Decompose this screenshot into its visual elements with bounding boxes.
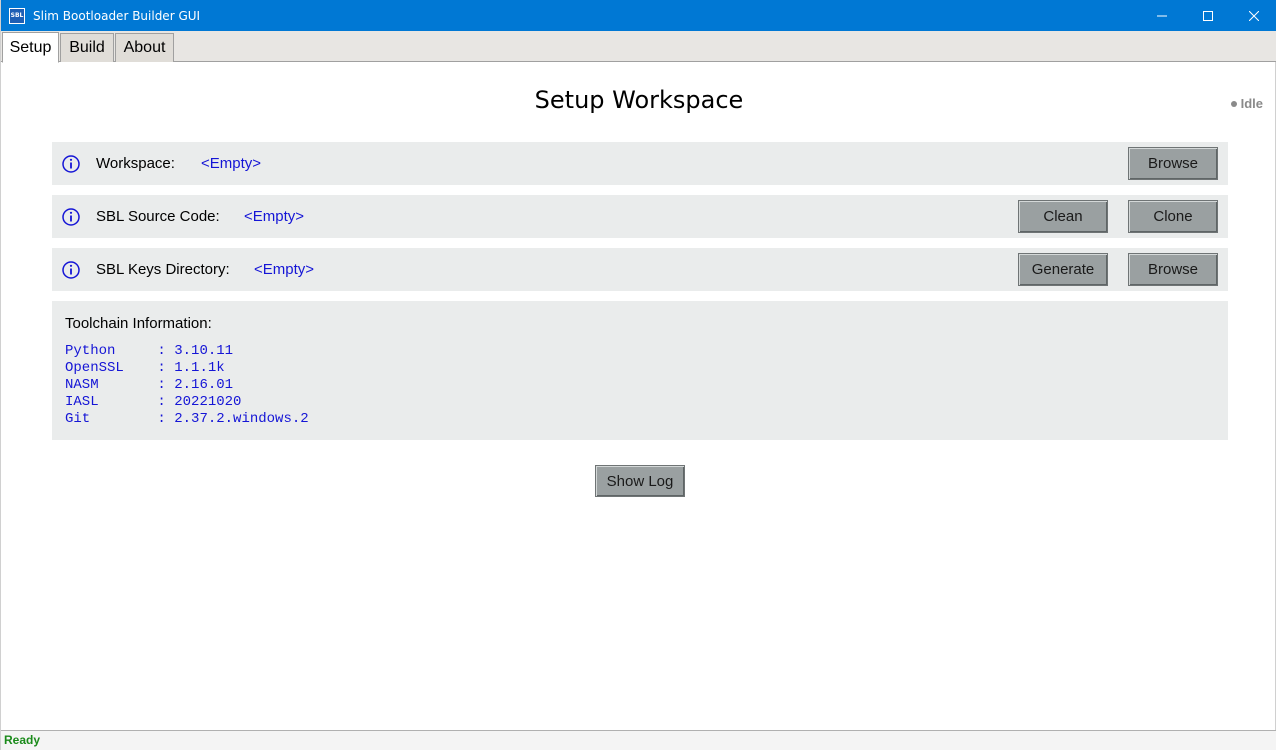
generate-button[interactable]: Generate [1018,253,1108,286]
toolchain-item-value: 2.16.01 [174,377,234,393]
workspace-label: Workspace: [96,155,175,172]
workspace-row: Workspace: <Empty> Browse [52,142,1228,185]
maximize-icon [1203,10,1213,21]
toolchain-title: Toolchain Information: [65,315,212,332]
toolchain-item-separator: : [157,377,175,393]
window-controls [1139,0,1276,31]
tab-bar: Setup Build About [1,31,1276,63]
tab-build[interactable]: Build [60,33,114,62]
toolchain-list: Python : 3.10.11 OpenSSL : 1.1.1k NASM : 2… [65,343,309,428]
status-bar-text: Ready [4,733,41,747]
status-indicator: Idle [1230,96,1263,111]
toolchain-item-separator: : [157,411,175,427]
tab-about[interactable]: About [115,33,174,62]
source-code-label: SBL Source Code: [96,208,220,225]
toolchain-item: Git : 2.37.2.windows.2 [65,411,309,428]
keys-directory-row: SBL Keys Directory: <Empty> Generate Bro… [52,248,1228,291]
app-icon: SBL [9,7,25,24]
toolchain-panel: Toolchain Information: Python : 3.10.11 O… [52,301,1228,440]
show-log-button[interactable]: Show Log [595,465,685,497]
keys-directory-label: SBL Keys Directory: [96,261,230,278]
title-bar[interactable]: SBL Slim Bootloader Builder GUI [1,0,1276,31]
clone-button[interactable]: Clone [1128,200,1218,233]
toolchain-item: OpenSSL : 1.1.1k [65,360,309,377]
info-icon[interactable] [61,207,81,227]
clean-button[interactable]: Clean [1018,200,1108,233]
toolchain-item-name: IASL [65,394,158,410]
minimize-icon [1157,15,1167,16]
toolchain-item-name: Python [65,343,158,359]
toolchain-item-value: 3.10.11 [174,343,234,359]
source-code-row: SBL Source Code: <Empty> Clean Clone [52,195,1228,238]
toolchain-item-value: 20221020 [174,394,242,410]
workspace-browse-button[interactable]: Browse [1128,147,1218,180]
keys-browse-button[interactable]: Browse [1128,253,1218,286]
status-dot-icon [1230,100,1237,107]
minimize-button[interactable] [1139,0,1185,31]
toolchain-item-name: NASM [65,377,158,393]
toolchain-item-value: 1.1.1k [174,360,225,376]
toolchain-item: Python : 3.10.11 [65,343,309,360]
toolchain-item-name: Git [65,411,158,427]
status-text: Idle [1240,96,1263,111]
status-bar: Ready [1,730,1276,750]
toolchain-item-name: OpenSSL [65,360,158,376]
close-icon [1249,10,1259,21]
toolchain-item: NASM : 2.16.01 [65,377,309,394]
close-button[interactable] [1231,0,1276,31]
page-title: Setup Workspace [534,86,744,114]
app-window: SBL Slim Bootloader Builder GUI Setup Bu… [0,0,1276,750]
maximize-button[interactable] [1185,0,1231,31]
toolchain-item-separator: : [157,394,175,410]
keys-directory-value: <Empty> [254,261,315,278]
source-code-value: <Empty> [244,208,305,225]
toolchain-item-value: 2.37.2.windows.2 [174,411,309,427]
info-icon[interactable] [61,154,81,174]
toolchain-item: IASL : 20221020 [65,394,309,411]
toolchain-item-separator: : [157,343,175,359]
tab-setup[interactable]: Setup [2,32,59,63]
toolchain-item-separator: : [157,360,175,376]
info-icon[interactable] [61,260,81,280]
window-title: Slim Bootloader Builder GUI [33,8,201,23]
workspace-value: <Empty> [201,155,262,172]
